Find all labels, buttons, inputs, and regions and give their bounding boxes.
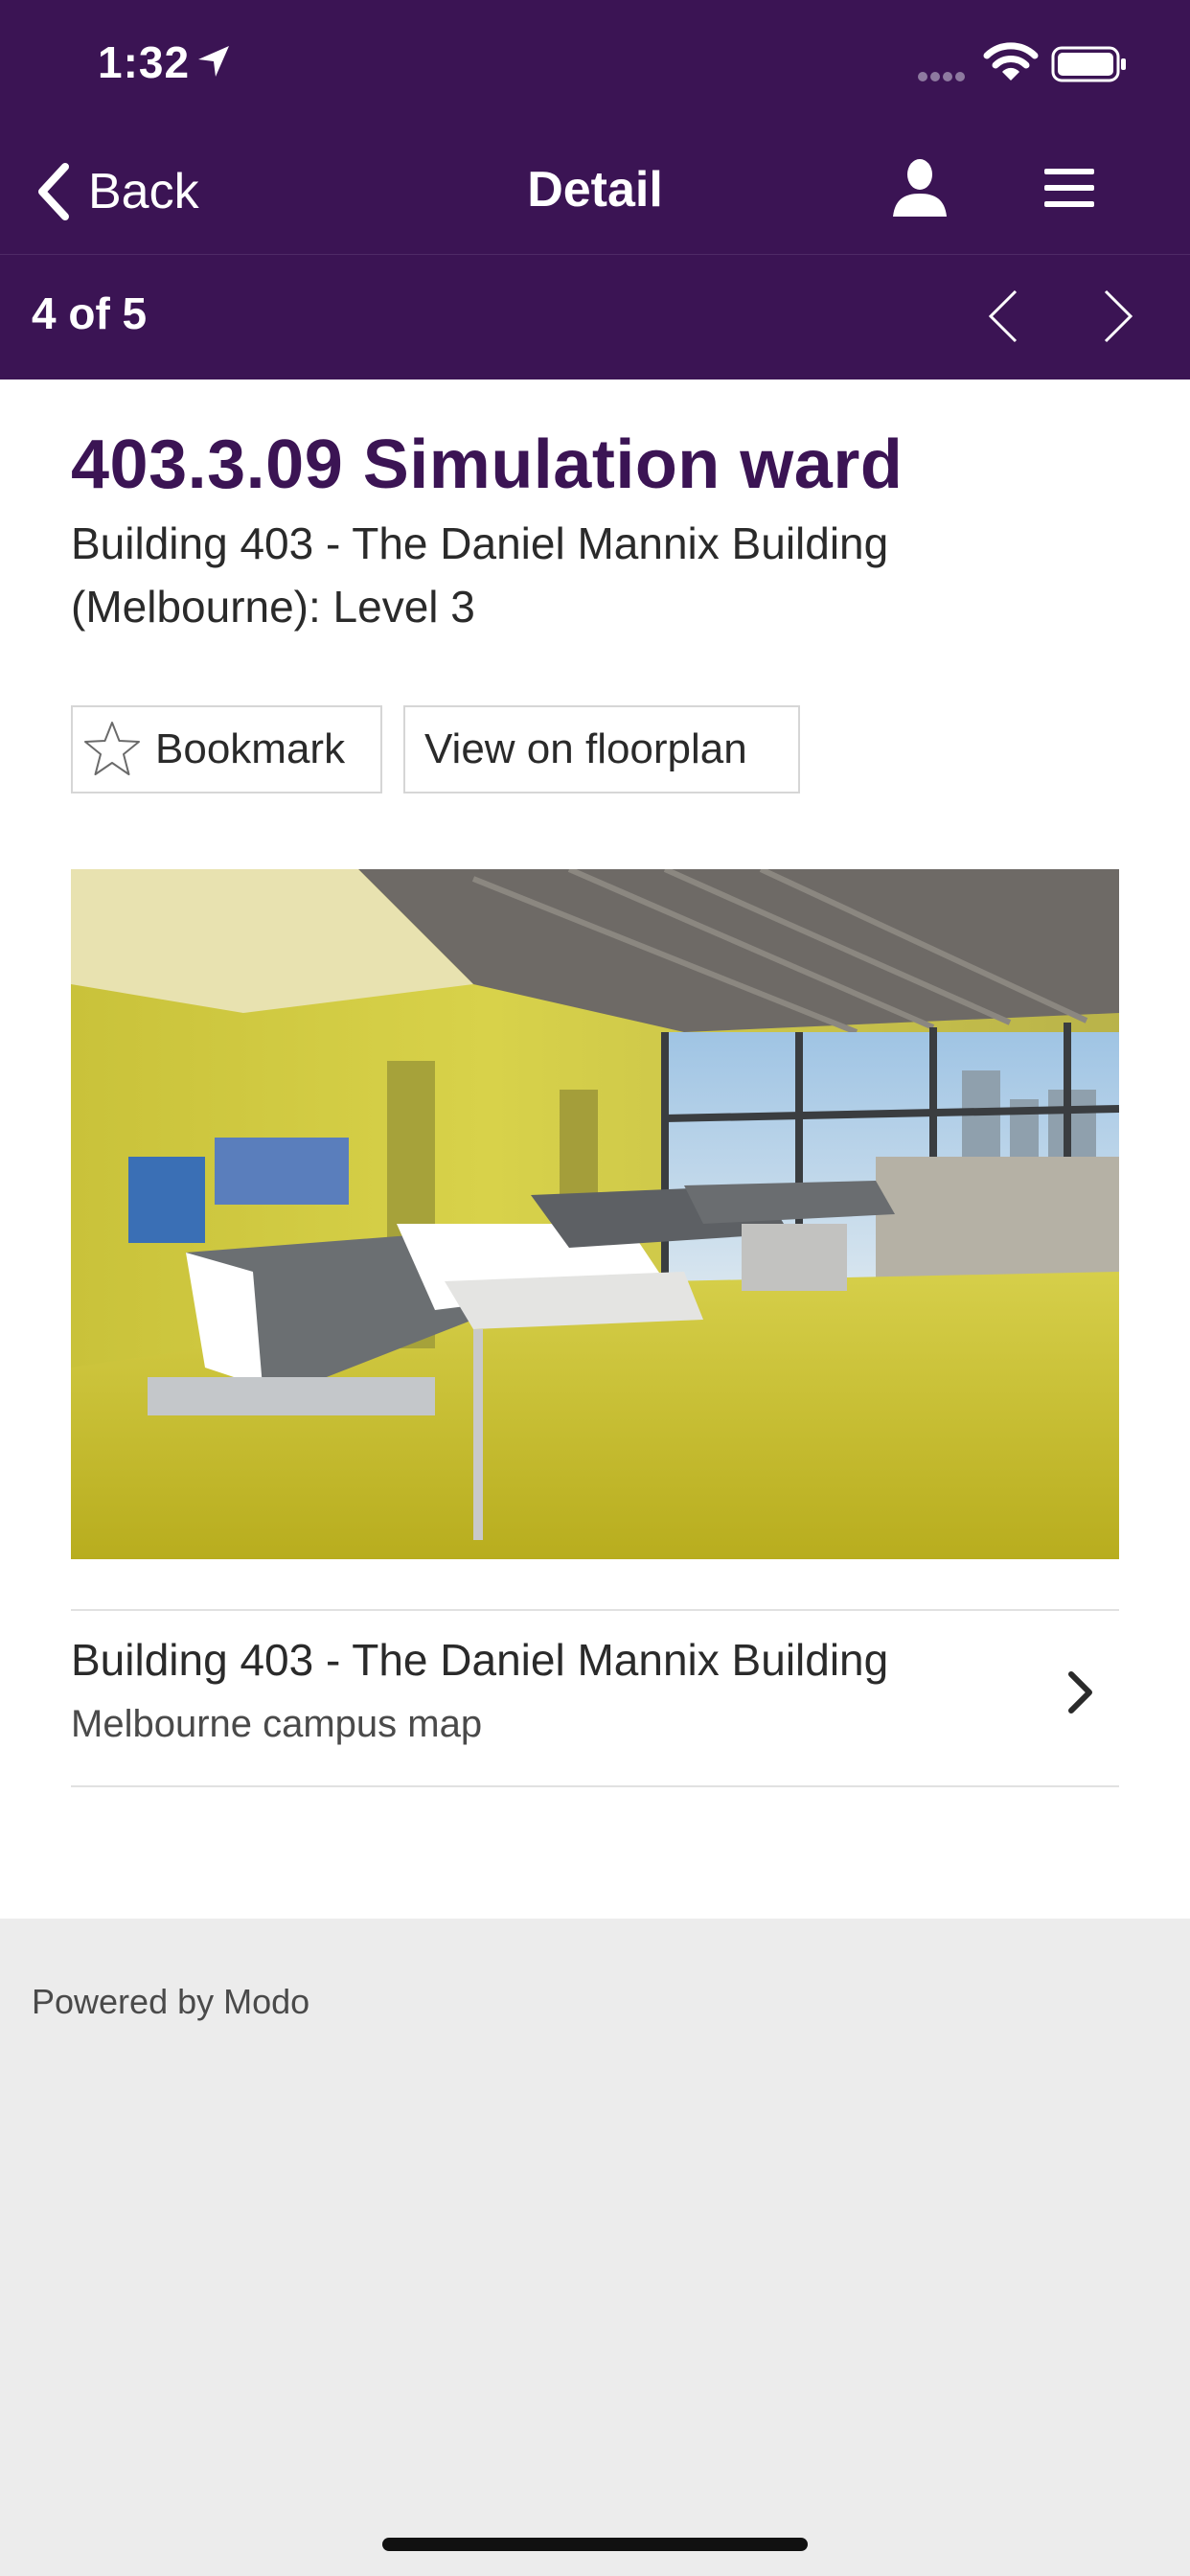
previous-arrow-icon[interactable] xyxy=(983,288,1021,345)
battery-icon xyxy=(1051,46,1126,82)
divider xyxy=(71,1785,1119,1787)
bookmark-button[interactable]: Bookmark xyxy=(71,705,382,794)
person-icon[interactable] xyxy=(891,157,949,218)
chevron-right-icon xyxy=(1068,1671,1092,1714)
wifi-icon xyxy=(983,42,1039,80)
header-bar: 1:32 Back Detail xyxy=(0,0,1190,254)
signal-icon xyxy=(918,69,968,86)
next-arrow-icon[interactable] xyxy=(1100,288,1138,345)
room-subtitle: Building 403 - The Daniel Mannix Buildin… xyxy=(71,518,889,632)
building-link-subtitle: Melbourne campus map xyxy=(71,1703,483,1745)
page-title: Detail xyxy=(527,162,663,218)
bookmark-label: Bookmark xyxy=(155,725,346,772)
pager-bar: 4 of 5 xyxy=(0,254,1190,380)
location-arrow-icon xyxy=(198,46,229,77)
status-time: 1:32 xyxy=(98,37,191,87)
pager-count: 4 of 5 xyxy=(32,288,148,338)
home-indicator xyxy=(382,2538,808,2551)
detail-content: 403.3.09 Simulation ward Building 403 - … xyxy=(0,380,1190,1919)
room-title: 403.3.09 Simulation ward xyxy=(71,426,904,503)
building-link-row[interactable]: Building 403 - The Daniel Mannix Buildin… xyxy=(71,1609,1119,1783)
footer-powered-by[interactable]: Powered by Modo xyxy=(32,1982,309,2022)
building-link-title: Building 403 - The Daniel Mannix Buildin… xyxy=(71,1635,889,1685)
room-photo xyxy=(71,869,1119,1559)
hamburger-menu-icon[interactable] xyxy=(1044,167,1094,209)
star-icon xyxy=(84,722,140,775)
view-on-floorplan-button[interactable]: View on floorplan xyxy=(403,705,800,794)
